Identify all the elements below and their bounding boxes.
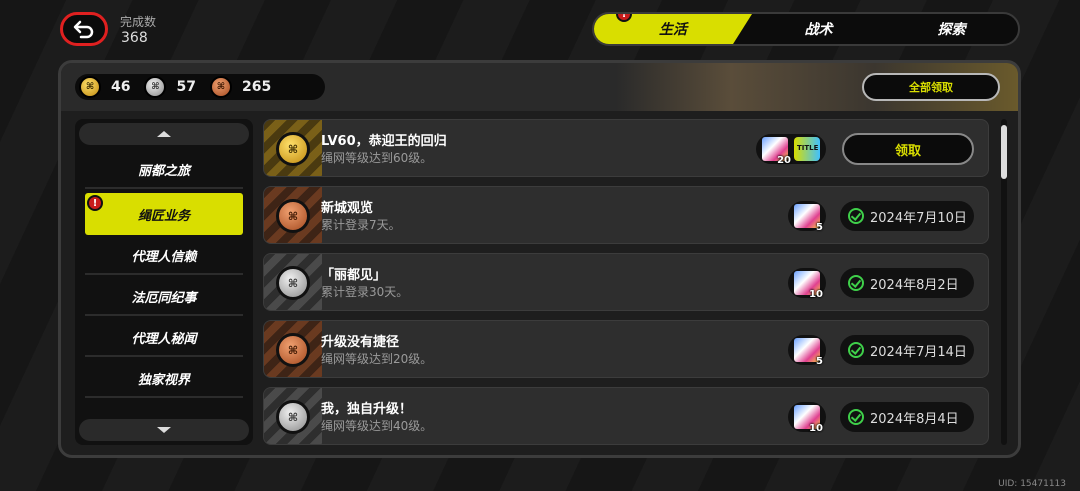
completed-date: 2024年8月2日	[870, 277, 959, 293]
list-scrollbar[interactable]	[1001, 119, 1007, 445]
achievement-desc: 累计登录30天。	[321, 285, 409, 299]
completed-date: 2024年7月10日	[870, 210, 967, 226]
gold-medal-icon: ⌘	[79, 76, 101, 98]
tab-label: 探索	[937, 22, 966, 38]
panel-header: ⌘ 46 ⌘ 57 ⌘ 265 全部领取	[61, 63, 1018, 111]
scroll-down-button[interactable]	[79, 419, 249, 441]
achievement-list: ⌘ LV60，恭迎王的回归 绳网等级达到60级。 20 TITLE 领取 ⌘ 新…	[263, 119, 991, 449]
tab-life[interactable]: ! 生活	[594, 14, 752, 44]
achievement-desc: 绳网等级达到60级。	[321, 151, 433, 165]
reward-count: 5	[816, 356, 823, 367]
reward-count: 20	[777, 155, 791, 166]
silver-medal-count: 57	[176, 79, 196, 95]
achievement-row: ⌘ 「丽都见」 累计登录30天。 10 2024年8月2日	[263, 253, 989, 311]
bronze-medal-count: 265	[241, 79, 272, 95]
claim-button[interactable]: 领取	[842, 133, 974, 165]
tab-explore[interactable]: 探索	[885, 14, 1018, 44]
sidebar-item-agent-secrets[interactable]: 代理人秘闻	[85, 319, 243, 357]
achievement-desc: 绳网等级达到20级。	[321, 352, 433, 366]
reward-count: 10	[809, 423, 823, 434]
tab-label: 生活	[659, 22, 687, 38]
claim-all-button[interactable]: 全部领取	[862, 73, 1000, 101]
achievement-title: LV60，恭迎王的回归	[321, 134, 447, 149]
medal-counter-bar: ⌘ 46 ⌘ 57 ⌘ 265	[75, 74, 325, 100]
tab-label: 战术	[804, 22, 833, 38]
sidebar-item-label: 丽都之旅	[137, 163, 190, 179]
achievement-row: ⌘ LV60，恭迎王的回归 绳网等级达到60级。 20 TITLE 领取	[263, 119, 989, 177]
sidebar-item-proxy-business[interactable]: ! 绳匠业务	[85, 193, 243, 235]
sidebar-item-label: 代理人信赖	[131, 249, 197, 265]
completed-date-badge: 2024年8月2日	[840, 268, 974, 298]
completed-date-badge: 2024年7月14日	[840, 335, 974, 365]
check-circle-icon	[848, 342, 864, 358]
back-arrow-icon	[73, 20, 94, 39]
check-circle-icon	[848, 208, 864, 224]
sidebar-item-exclusive-view[interactable]: 独家视界	[85, 360, 243, 398]
achievement-panel: ⌘ 46 ⌘ 57 ⌘ 265 全部领取 丽都之旅 ! 绳匠业务 代理人信赖 法…	[58, 60, 1021, 458]
sidebar-item-phaethon-chronicle[interactable]: 法厄同纪事	[85, 278, 243, 316]
reward-list: 10	[788, 268, 826, 300]
silver-medal-icon: ⌘	[144, 76, 167, 98]
polychrome-card-icon[interactable]: 20	[762, 137, 791, 166]
gold-medal-icon: ⌘	[276, 132, 310, 166]
title-reward-icon[interactable]: TITLE	[794, 137, 820, 161]
sidebar-item-label: 法厄同纪事	[131, 290, 197, 306]
bronze-medal-icon: ⌘	[276, 333, 310, 367]
bronze-medal-icon: ⌘	[276, 199, 310, 233]
completed-date: 2024年7月14日	[870, 344, 967, 360]
achievement-row: ⌘ 我，独自升级！ 绳网等级达到40级。 10 2024年8月4日	[263, 387, 989, 445]
reward-list: 10	[788, 402, 826, 434]
back-button[interactable]	[60, 12, 108, 46]
scroll-up-button[interactable]	[79, 123, 249, 145]
polychrome-card-icon[interactable]: 5	[794, 204, 823, 233]
silver-medal-icon: ⌘	[276, 400, 310, 434]
polychrome-card-icon[interactable]: 10	[794, 271, 823, 300]
achievement-desc: 累计登录7天。	[321, 218, 401, 232]
completed-date: 2024年8月4日	[870, 411, 959, 427]
completed-date-badge: 2024年7月10日	[840, 201, 974, 231]
bronze-medal-icon: ⌘	[209, 76, 232, 98]
sidebar-item-agent-trust[interactable]: 代理人信赖	[85, 237, 243, 275]
scrollbar-thumb[interactable]	[1001, 125, 1007, 179]
silver-medal-icon: ⌘	[276, 266, 310, 300]
completion-count: 368	[121, 30, 148, 46]
reward-count: 5	[816, 222, 823, 233]
sidebar-item-lumina-tour[interactable]: 丽都之旅	[85, 151, 243, 189]
chevron-up-icon	[157, 131, 171, 137]
achievement-desc: 绳网等级达到40级。	[321, 419, 433, 433]
achievement-title: 「丽都见」	[321, 268, 387, 283]
tab-tactics[interactable]: 战术	[752, 14, 885, 44]
check-circle-icon	[848, 275, 864, 291]
uid-label: UID: 15471113	[998, 479, 1066, 489]
sidebar: 丽都之旅 ! 绳匠业务 代理人信赖 法厄同纪事 代理人秘闻 独家视界	[75, 119, 253, 445]
polychrome-card-icon[interactable]: 5	[794, 338, 823, 367]
sidebar-item-label: 绳匠业务	[137, 208, 190, 224]
check-circle-icon	[848, 409, 864, 425]
reward-list: 5	[788, 201, 826, 233]
polychrome-card-icon[interactable]: 10	[794, 405, 823, 434]
category-tabs: ! 生活 战术 探索	[592, 12, 1020, 46]
achievement-title: 我，独自升级！	[321, 402, 413, 417]
achievement-row: ⌘ 新城观览 累计登录7天。 5 2024年7月10日	[263, 186, 989, 244]
alert-icon: !	[87, 195, 103, 211]
chevron-down-icon	[157, 427, 171, 433]
reward-list: 20 TITLE	[756, 134, 826, 166]
completed-date-badge: 2024年8月4日	[840, 402, 974, 432]
achievement-title: 升级没有捷径	[321, 335, 400, 350]
achievement-row: ⌘ 升级没有捷径 绳网等级达到20级。 5 2024年7月14日	[263, 320, 989, 378]
gold-medal-count: 46	[111, 79, 131, 95]
completion-label: 完成数	[120, 15, 157, 29]
sidebar-item-label: 代理人秘闻	[131, 331, 197, 347]
reward-list: 5	[788, 335, 826, 367]
reward-count: 10	[809, 289, 823, 300]
sidebar-item-label: 独家视界	[137, 372, 190, 388]
achievement-title: 新城观览	[321, 201, 374, 216]
title-reward-label: TITLE	[797, 144, 819, 152]
